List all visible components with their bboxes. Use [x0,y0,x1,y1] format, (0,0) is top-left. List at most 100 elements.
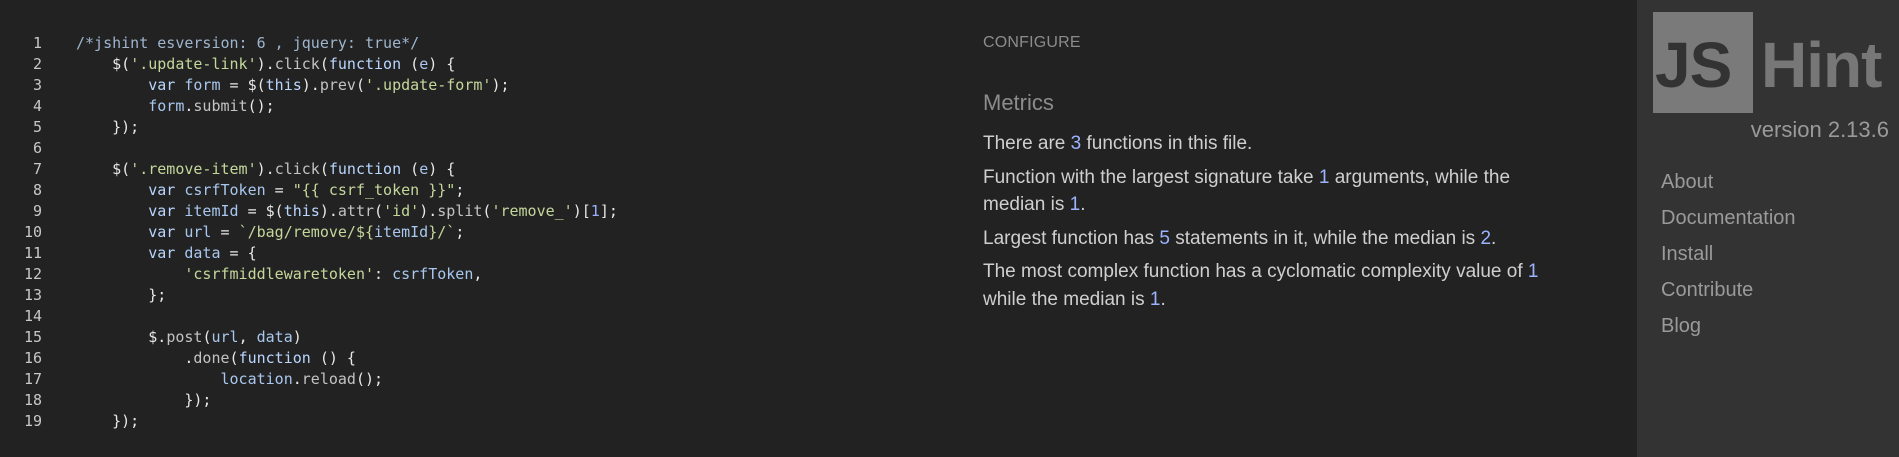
line-number: 14 [23,307,42,325]
code-line[interactable]: 3 var form = $(this).prev('.update-form'… [0,75,618,96]
code-line[interactable]: 16 .done(function () { [0,348,618,369]
code-line[interactable]: 1 /*jshint esversion: 6 , jquery: true*/ [0,33,618,54]
nav-about[interactable]: About [1661,171,1713,193]
code-token: $( [76,55,131,73]
code-line[interactable]: 4 form.submit(); [0,96,618,117]
code-token: ( [319,55,329,73]
code-line[interactable]: 5 }); [0,117,618,138]
nav-documentation[interactable]: Documentation [1661,207,1796,229]
metric-text: statements in it, while the median is [1169,227,1481,249]
jshint-logo[interactable]: JS Hint [1653,12,1889,113]
metric-text: . [1160,288,1166,310]
nav-install[interactable]: Install [1661,243,1713,265]
line-number: 18 [23,391,42,409]
code-line[interactable]: 7 $('.remove-item').click(function (e) { [0,159,618,180]
code-text: .done(function () { [42,348,356,369]
code-editor[interactable]: 1 /*jshint esversion: 6 , jquery: true*/ 2… [0,0,960,457]
code-line[interactable]: 19 }); [0,411,618,432]
configure-link[interactable]: CONFIGURE [983,34,1081,52]
code-token: prev [319,76,356,94]
code-text: }; [42,285,166,306]
code-token: }); [76,391,212,409]
code-line[interactable]: 10 var url = `/bag/remove/${itemId}/`; [0,222,618,243]
code-token: 'remove_' [491,202,573,220]
code-token: ( [401,55,420,73]
metric-value: 1 [1149,288,1161,310]
code-token: ) { [428,55,456,73]
code-line[interactable]: 9 var itemId = $(this).attr('id').split(… [0,201,618,222]
code-lines[interactable]: 1 /*jshint esversion: 6 , jquery: true*/ 2… [0,33,618,432]
nav-blog[interactable]: Blog [1661,315,1701,337]
code-token: ; [455,181,465,199]
code-token: ). [301,76,320,94]
line-number: 11 [23,244,42,262]
code-token: ). [419,202,438,220]
code-token: this [283,202,320,220]
line-number: 6 [32,139,42,157]
code-token: itemId [374,223,429,241]
code-line[interactable]: 2 $('.update-link').click(function (e) { [0,54,618,75]
code-token: : [374,265,393,283]
code-token: split [437,202,483,220]
code-token: csrfToken [392,265,474,283]
code-token: ( [229,349,239,367]
metric-line: Largest function has 5 statements in it,… [983,225,1543,253]
code-token: form [184,76,221,94]
code-token: this [265,76,302,94]
code-token: ]; [599,202,618,220]
code-token: location [220,370,293,388]
line-number: 9 [32,202,42,220]
metric-text: functions in this file. [1081,133,1253,154]
sidebar-nav: About Documentation Install Contribute B… [1661,168,1796,348]
code-line[interactable]: 17 location.reload(); [0,369,618,390]
code-text: }); [42,390,211,411]
code-line[interactable]: 15 $.post(url, data) [0,327,618,348]
code-text: var url = `/bag/remove/${itemId}/`; [42,222,464,243]
line-number: 17 [23,370,42,388]
code-token: () { [310,349,356,367]
line-number: 15 [23,328,42,346]
code-token: ) { [428,160,456,178]
line-number: 5 [32,118,42,136]
code-line[interactable]: 12 'csrfmiddlewaretoken': csrfToken, [0,264,618,285]
metric-value: 1 [1318,166,1330,188]
code-token: csrfToken [184,181,266,199]
code-token: ( [374,202,384,220]
code-token: done [193,349,230,367]
code-line[interactable]: 8 var csrfToken = "{{ csrf_token }}"; [0,180,618,201]
code-line[interactable]: 11 var data = { [0,243,618,264]
code-token: data [184,244,221,262]
code-line[interactable]: 14 [0,306,618,327]
code-token: 'id' [383,202,420,220]
code-token: 'csrfmiddlewaretoken' [184,265,375,283]
code-token: function [328,55,402,73]
code-line[interactable]: 6 [0,138,618,159]
version-label: version 2.13.6 [1750,117,1889,142]
nav-contribute[interactable]: Contribute [1661,279,1753,301]
code-token: '.remove-item' [130,160,257,178]
code-line[interactable]: 18 }); [0,390,618,411]
metric-value: 1 [1069,194,1081,215]
code-text: $.post(url, data) [42,327,302,348]
code-text: }); [42,411,139,432]
code-token: (); [247,97,275,115]
metric-value: 1 [1527,261,1539,282]
code-line[interactable]: 13 }; [0,285,618,306]
sidebar: JS Hint version 2.13.6 About Documentati… [1637,0,1899,457]
metric-line: Function with the largest signature take… [983,164,1543,219]
code-token: url [211,328,239,346]
code-token: url [184,223,212,241]
code-token: }/` [428,223,456,241]
code-token: . [76,349,194,367]
code-token: function [238,349,311,367]
code-token: ( [319,160,329,178]
line-number: 12 [23,265,42,283]
line-number: 1 [32,34,42,52]
code-token: /*jshint esversion: 6 , jquery: true*/ [76,34,420,52]
metric-text: There are [983,133,1071,154]
